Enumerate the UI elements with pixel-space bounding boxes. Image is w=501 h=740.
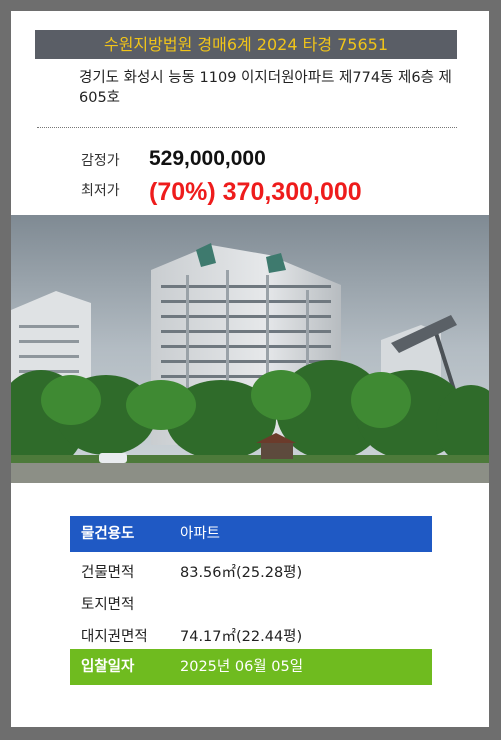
dotted-divider <box>37 127 457 128</box>
property-type-value: 아파트 <box>180 526 221 542</box>
bid-date-row: 입찰일자 2025년 06월 05일 <box>70 649 432 685</box>
bid-date-value: 2025년 06월 05일 <box>180 659 304 675</box>
minimum-label: 최저가 <box>81 183 120 199</box>
property-type-label: 물건용도 <box>81 526 135 542</box>
building-area-label: 건물면적 <box>81 565 135 581</box>
court-case-banner: 수원지방법원 경매6계 2024 타경 75651 <box>35 30 457 59</box>
property-type-row: 물건용도 아파트 <box>70 516 432 552</box>
building-area-row: 건물면적 83.56㎡(25.28평) <box>70 555 432 591</box>
bid-date-label: 입찰일자 <box>81 659 135 675</box>
property-photo <box>11 215 489 483</box>
appraisal-price: 529,000,000 <box>149 147 266 170</box>
listing-card: 수원지방법원 경매6계 2024 타경 75651 경기도 화성시 능동 110… <box>11 11 489 727</box>
minimum-price: (70%) 370,300,000 <box>149 178 362 206</box>
land-area-row: 토지면적 <box>70 587 432 623</box>
property-address: 경기도 화성시 능동 1109 이지더원아파트 제774동 제6층 제605호 <box>79 70 452 106</box>
appraisal-label: 감정가 <box>81 153 120 169</box>
land-area-label: 토지면적 <box>81 597 135 613</box>
building-area-value: 83.56㎡(25.28평) <box>180 565 303 581</box>
